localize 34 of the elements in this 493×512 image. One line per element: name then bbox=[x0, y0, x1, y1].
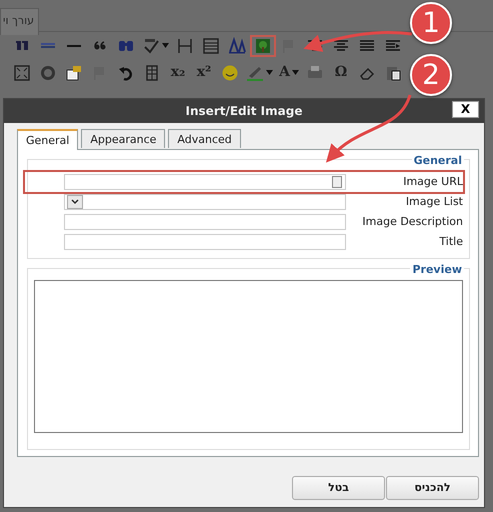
caret-icon[interactable] bbox=[266, 70, 273, 75]
horizontal-rule-icon bbox=[65, 44, 83, 48]
dialog-button[interactable]: בטל bbox=[292, 476, 385, 500]
quote-icon bbox=[92, 41, 108, 50]
strikethrough-icon bbox=[39, 42, 57, 49]
input-field[interactable] bbox=[64, 214, 346, 230]
table-columns-icon bbox=[176, 36, 194, 54]
smiley-icon bbox=[221, 64, 239, 82]
field-label: Image Description bbox=[361, 214, 463, 230]
caret-icon[interactable] bbox=[292, 70, 299, 75]
field-label: Image List bbox=[404, 194, 463, 210]
fullscreen-icon bbox=[13, 64, 31, 82]
callout-badge: 1 bbox=[410, 2, 452, 44]
close-button[interactable]: X bbox=[452, 101, 479, 118]
input-field[interactable] bbox=[64, 234, 346, 250]
styles-icon bbox=[228, 36, 246, 54]
dialog-tab[interactable]: General bbox=[17, 129, 78, 150]
dialog-button[interactable]: להכניס bbox=[386, 476, 479, 500]
caret-icon[interactable] bbox=[162, 43, 169, 48]
table-rows-icon bbox=[202, 36, 220, 54]
browse-icon[interactable] bbox=[332, 176, 342, 188]
dropdown-button[interactable] bbox=[67, 195, 83, 209]
dialog-title: Insert/Edit Image bbox=[186, 103, 302, 120]
image-icon bbox=[254, 36, 272, 54]
spellcheck-icon bbox=[142, 36, 160, 54]
chevron-icon bbox=[71, 199, 79, 205]
select-field[interactable] bbox=[64, 194, 346, 210]
callout-badge: 2 bbox=[410, 54, 452, 96]
dialog-tab[interactable]: Advanced bbox=[168, 129, 241, 148]
field-label: Title bbox=[438, 234, 463, 250]
image-edit-icon bbox=[65, 64, 83, 82]
field-label: Image URL bbox=[402, 174, 463, 190]
dialog-tab[interactable]: Appearance bbox=[81, 129, 166, 148]
input-field[interactable] bbox=[64, 174, 346, 190]
